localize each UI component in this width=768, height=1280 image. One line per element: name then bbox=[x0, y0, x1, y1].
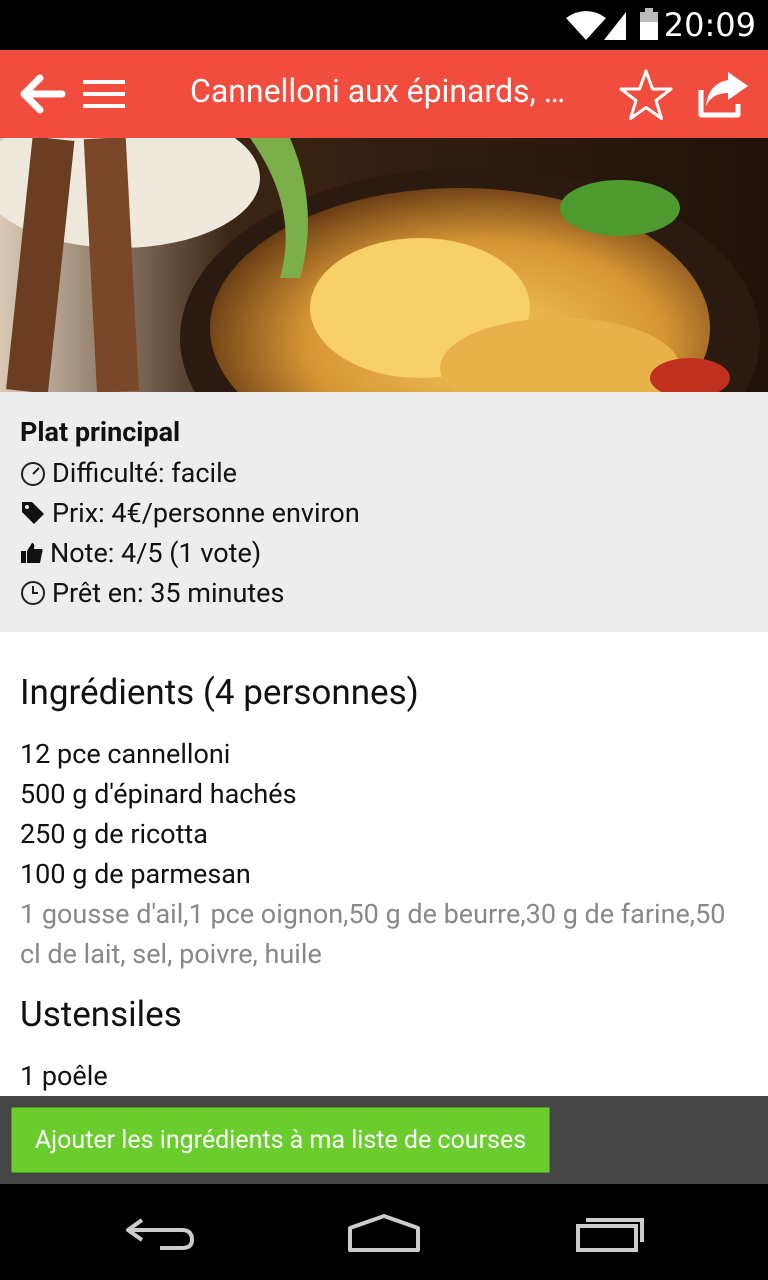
food-image bbox=[0, 138, 768, 392]
app-bar: Cannelloni aux épinards, … bbox=[0, 50, 768, 138]
rating-text: Note: 4/5 (1 vote) bbox=[50, 537, 262, 569]
ready-time-text: Prêt en: 35 minutes bbox=[52, 577, 285, 609]
price-text: Prix: 4€/personne environ bbox=[52, 497, 360, 529]
utensils-heading: Ustensiles bbox=[20, 994, 182, 1035]
recipe-meta: Plat principal Difficulté: facile Prix: … bbox=[0, 392, 768, 632]
time-row: Prêt en: 35 minutes bbox=[20, 577, 284, 609]
rating-row: Note: 4/5 (1 vote) bbox=[20, 537, 261, 569]
add-to-shopping-list-button[interactable]: Ajouter les ingrédients à ma liste de co… bbox=[11, 1107, 550, 1173]
hamburger-menu-icon[interactable] bbox=[83, 76, 125, 112]
gauge-icon bbox=[21, 462, 45, 486]
nav-recents-icon[interactable] bbox=[574, 1214, 646, 1254]
utensil-item: 1 poêle bbox=[20, 1060, 108, 1092]
battery-icon bbox=[640, 8, 658, 40]
ingredient-item: 500 g d'épinard hachés bbox=[20, 778, 297, 810]
signal-icon bbox=[604, 12, 626, 40]
clock-icon bbox=[21, 581, 45, 605]
status-icons bbox=[566, 8, 658, 40]
page-title: Cannelloni aux épinards, … bbox=[190, 72, 566, 110]
action-bar: Ajouter les ingrédients à ma liste de co… bbox=[0, 1096, 768, 1184]
share-icon[interactable] bbox=[698, 72, 750, 118]
ingredients-extra: 1 gousse d'ail,1 pce oignon,50 g de beur… bbox=[20, 898, 726, 970]
arrow-left-icon[interactable] bbox=[18, 74, 66, 114]
tag-icon bbox=[22, 502, 44, 524]
recipe-category: Plat principal bbox=[20, 416, 181, 448]
difficulty-row: Difficulté: facile bbox=[20, 457, 237, 489]
recipe-content: Ingrédients (4 personnes) 12 pce cannell… bbox=[0, 632, 768, 1096]
system-nav-bar bbox=[0, 1184, 768, 1280]
recipe-photo bbox=[0, 138, 768, 392]
ingredients-heading: Ingrédients (4 personnes) bbox=[20, 672, 419, 713]
price-row: Prix: 4€/personne environ bbox=[20, 497, 360, 529]
star-outline-icon[interactable] bbox=[618, 68, 674, 122]
difficulty-text: Difficulté: facile bbox=[52, 457, 237, 489]
nav-home-icon[interactable] bbox=[346, 1214, 422, 1254]
ingredient-item: 12 pce cannelloni bbox=[20, 738, 231, 770]
ingredient-item: 100 g de parmesan bbox=[20, 858, 251, 890]
clock: 20:09 bbox=[663, 6, 756, 44]
wifi-icon bbox=[566, 11, 606, 40]
ingredient-item: 250 g de ricotta bbox=[20, 818, 208, 850]
status-bar: 20:09 bbox=[0, 0, 768, 50]
thumbs-up-icon bbox=[21, 543, 43, 563]
nav-back-icon[interactable] bbox=[124, 1214, 196, 1254]
